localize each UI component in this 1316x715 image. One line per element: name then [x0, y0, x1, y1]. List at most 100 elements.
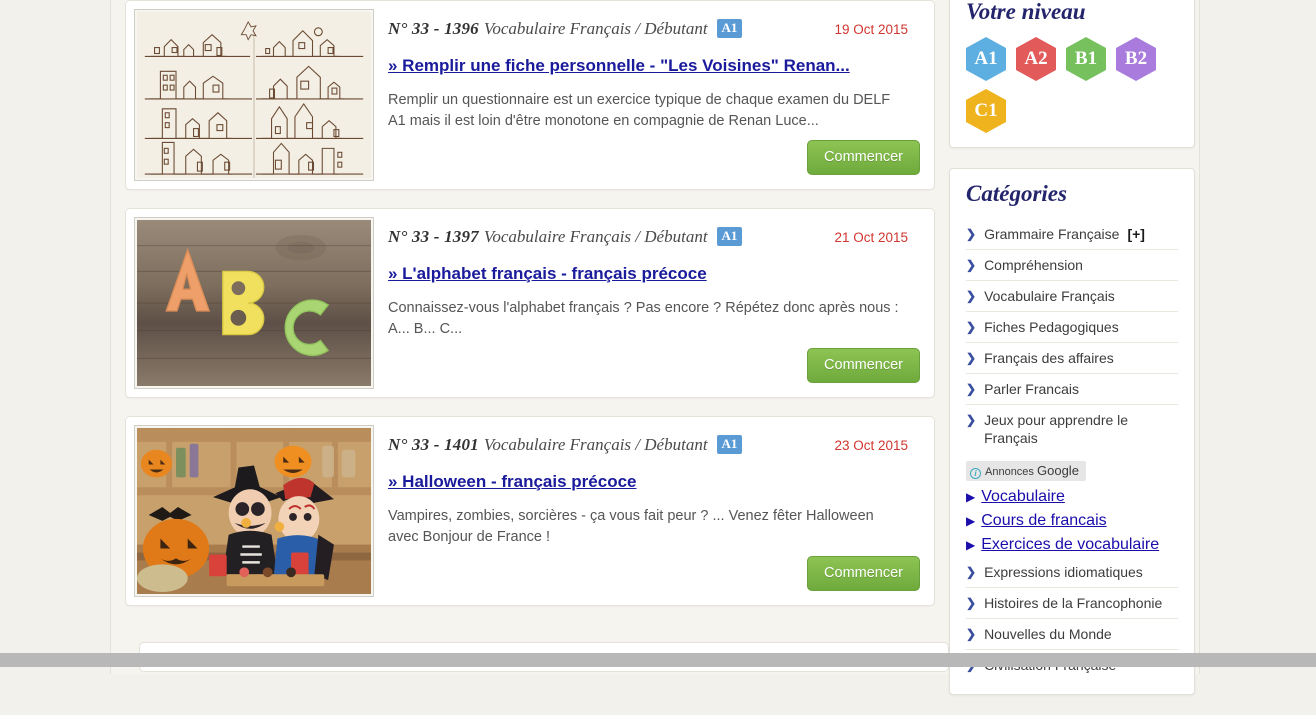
sidebar-item-histoires-francophonie[interactable]: ❯ Histoires de la Francophonie: [966, 588, 1178, 619]
lesson-details: N° 33 - 1401 Vocabulaire Français / Début…: [374, 425, 926, 597]
lesson-meta-left: N° 33 - 1396 Vocabulaire Français / Début…: [388, 19, 834, 40]
sidebar-item-expressions-idiomatiques[interactable]: ❯ Expressions idiomatiques: [966, 557, 1178, 588]
content-container: N° 33 - 1396 Vocabulaire Français / Début…: [110, 0, 1200, 695]
start-button[interactable]: Commencer: [807, 556, 920, 591]
houses-sketch-icon: [137, 12, 371, 178]
lesson-category: Vocabulaire Français / Débutant: [483, 435, 708, 454]
chevron-right-icon: ❯: [966, 320, 977, 334]
chevron-right-icon: ❯: [966, 627, 977, 641]
lesson-date: 21 Oct 2015: [834, 230, 908, 245]
lesson-date: 19 Oct 2015: [834, 22, 908, 37]
lesson-number: N° 33 - 1397: [388, 227, 479, 246]
lesson-details: N° 33 - 1396 Vocabulaire Français / Début…: [374, 9, 926, 181]
sidebar-item-francais-des-affaires[interactable]: ❯ Français des affaires: [966, 343, 1178, 374]
lesson-meta-left: N° 33 - 1401 Vocabulaire Français / Début…: [388, 435, 834, 456]
lesson-description: Remplir un questionnaire est un exercice…: [388, 92, 891, 129]
halloween-children-costumes-photo: [137, 428, 371, 594]
lesson-card[interactable]: N° 33 - 1396 Vocabulaire Français / Début…: [125, 0, 935, 190]
categories-widget-title: Catégories: [966, 181, 1067, 206]
level-badge[interactable]: A1: [716, 435, 743, 454]
category-label: Français des affaires: [984, 350, 1114, 366]
level-badge[interactable]: A1: [716, 19, 743, 38]
sidebar: Votre niveau A1 A2 B1 B2 C1 Catégories ❯…: [949, 0, 1195, 715]
sidebar-item-vocabulaire[interactable]: ❯ Vocabulaire Français: [966, 281, 1178, 312]
category-label: Parler Francais: [984, 381, 1079, 397]
level-badge-b2[interactable]: B2: [1116, 37, 1156, 81]
lesson-category: Vocabulaire Français / Débutant: [483, 227, 708, 246]
lesson-details: N° 33 - 1397 Vocabulaire Français / Début…: [374, 217, 926, 389]
lesson-meta: N° 33 - 1397 Vocabulaire Français / Début…: [388, 227, 914, 248]
chevron-right-icon: ❯: [966, 382, 977, 396]
ad-link-label: Vocabulaire: [981, 488, 1065, 505]
ads-label[interactable]: i Annonces Google: [966, 461, 1086, 481]
play-triangle-icon: ▶: [966, 490, 976, 504]
lesson-description: Connaissez-vous l'alphabet français ? Pa…: [388, 300, 899, 337]
category-label: Nouvelles du Monde: [984, 626, 1112, 642]
lesson-meta: N° 33 - 1401 Vocabulaire Français / Début…: [388, 435, 914, 456]
ad-link-label: Exercices de vocabulaire: [981, 536, 1160, 553]
lesson-thumbnail[interactable]: [134, 9, 374, 181]
ads-block: i Annonces Google ▶ Vocabulaire ▶ Cours de …: [966, 453, 1178, 557]
sketch-of-houses-illustration: [137, 12, 371, 178]
category-label: Compréhension: [984, 257, 1083, 273]
lesson-thumbnail[interactable]: [134, 217, 374, 389]
lesson-title-link[interactable]: » L'alphabet français - français précoce: [388, 264, 914, 284]
sidebar-item-jeux[interactable]: ❯ Jeux pour apprendre le Français: [966, 405, 1178, 453]
lesson-title-link[interactable]: » Halloween - français précoce: [388, 472, 914, 492]
play-triangle-icon: ▶: [966, 514, 976, 528]
chevron-right-icon: ❯: [966, 351, 977, 365]
chevron-right-icon: ❯: [966, 565, 977, 579]
halloween-photo-icon: [137, 428, 371, 594]
levels-widget: Votre niveau A1 A2 B1 B2 C1: [949, 0, 1195, 148]
sidebar-item-nouvelles-du-monde[interactable]: ❯ Nouvelles du Monde: [966, 619, 1178, 650]
lesson-number: N° 33 - 1396: [388, 19, 479, 38]
chevron-right-icon: ❯: [966, 289, 977, 303]
ads-brand: Google: [1037, 463, 1079, 478]
sidebar-item-fiches-pedagogiques[interactable]: ❯ Fiches Pedagogiques: [966, 312, 1178, 343]
chevron-right-icon: ❯: [966, 227, 977, 241]
category-label: Vocabulaire Français: [984, 288, 1115, 304]
lesson-card[interactable]: N° 33 - 1397 Vocabulaire Français / Début…: [125, 208, 935, 398]
ad-link-vocabulaire[interactable]: ▶ Vocabulaire: [966, 485, 1178, 509]
sidebar-item-parler-francais[interactable]: ❯ Parler Francais: [966, 374, 1178, 405]
level-badge[interactable]: A1: [716, 227, 743, 246]
start-button[interactable]: Commencer: [807, 348, 920, 383]
lesson-description: Vampires, zombies, sorcières - ça vous f…: [388, 508, 874, 545]
lesson-category: Vocabulaire Français / Débutant: [483, 19, 708, 38]
levels-widget-title: Votre niveau: [966, 0, 1086, 24]
viewport-bottom-bar: [0, 653, 1316, 667]
category-label: Expressions idiomatiques: [984, 564, 1143, 580]
ad-link-label: Cours de francais: [981, 512, 1107, 529]
start-button[interactable]: Commencer: [807, 140, 920, 175]
categories-widget: Catégories ❯ Grammaire Française [+] ❯ C…: [949, 168, 1195, 695]
category-label: Jeux pour apprendre le Français: [984, 412, 1129, 446]
ad-link-cours-de-francais[interactable]: ▶ Cours de francais: [966, 509, 1178, 533]
chevron-right-icon: ❯: [966, 413, 977, 427]
level-badge-c1[interactable]: C1: [966, 89, 1006, 133]
level-badge-b1[interactable]: B1: [1066, 37, 1106, 81]
info-icon: i: [970, 468, 981, 479]
sidebar-item-grammaire[interactable]: ❯ Grammaire Française [+]: [966, 219, 1178, 250]
lesson-meta: N° 33 - 1396 Vocabulaire Français / Début…: [388, 19, 914, 40]
abc-letters-icon: [137, 220, 371, 386]
chevron-right-icon: ❯: [966, 258, 977, 272]
expand-toggle[interactable]: [+]: [1127, 225, 1145, 243]
lesson-title-link[interactable]: » Remplir une fiche personnelle - "Les V…: [388, 56, 914, 76]
category-label: Fiches Pedagogiques: [984, 319, 1119, 335]
lesson-thumbnail[interactable]: [134, 425, 374, 597]
lesson-card[interactable]: N° 33 - 1401 Vocabulaire Français / Début…: [125, 416, 935, 606]
lesson-number: N° 33 - 1401: [388, 435, 479, 454]
abc-letters-on-wood-photo: [137, 220, 371, 386]
category-label: Grammaire Française: [984, 226, 1120, 242]
level-badge-a2[interactable]: A2: [1016, 37, 1056, 81]
play-triangle-icon: ▶: [966, 538, 976, 552]
category-list: ❯ Grammaire Française [+] ❯ Compréhensio…: [966, 219, 1178, 453]
lesson-date: 23 Oct 2015: [834, 438, 908, 453]
level-badge-a1[interactable]: A1: [966, 37, 1006, 81]
level-badge-grid: A1 A2 B1 B2 C1: [966, 37, 1178, 133]
ads-label-text: Annonces: [985, 466, 1034, 478]
ad-link-exercices-de-vocabulaire[interactable]: ▶ Exercices de vocabulaire: [966, 533, 1178, 557]
lesson-meta-left: N° 33 - 1397 Vocabulaire Français / Début…: [388, 227, 834, 248]
sidebar-item-comprehension[interactable]: ❯ Compréhension: [966, 250, 1178, 281]
category-label: Histoires de la Francophonie: [984, 595, 1163, 611]
